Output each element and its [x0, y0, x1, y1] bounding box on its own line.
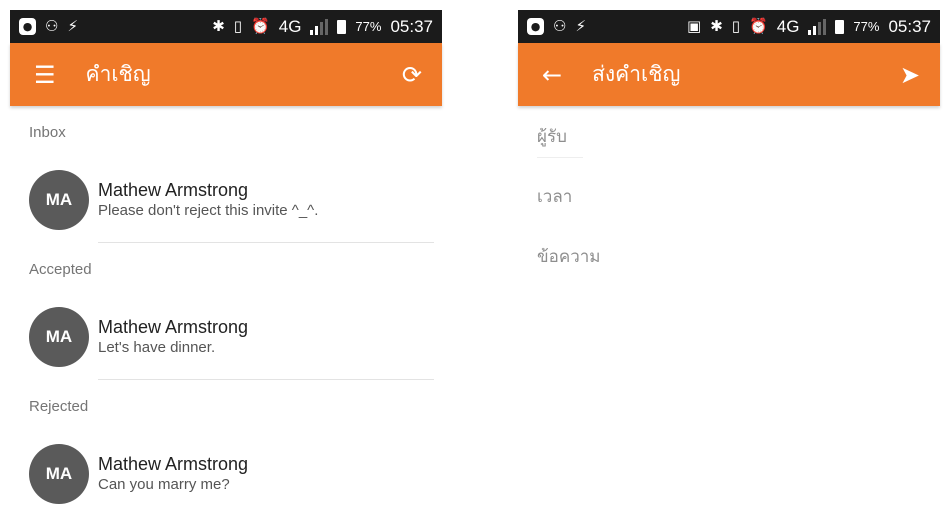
- flash-icon: ⚡: [67, 17, 78, 35]
- message-field[interactable]: ข้อความ: [518, 226, 940, 286]
- recipient-field[interactable]: ผู้รับ: [518, 106, 940, 166]
- battery-icon: [337, 19, 347, 34]
- avatar: MA: [29, 444, 89, 504]
- signal-icon: [310, 18, 329, 35]
- section-header: Rejected: [29, 397, 89, 415]
- invite-message: Please don't reject this invite ^_^.: [98, 202, 319, 219]
- alarm-icon: ⏰: [749, 17, 768, 35]
- field-label: ข้อความ: [537, 246, 601, 266]
- invite-message: Can you marry me?: [98, 476, 230, 493]
- network-type: 4G: [776, 16, 800, 36]
- sender-name: Mathew Armstrong: [98, 454, 249, 474]
- status-bar: ● ⚇ ⚡ ▣ ✱ ▯ ⏰ 4G 77% 05:37: [518, 10, 940, 43]
- avatar: MA: [29, 170, 89, 230]
- signal-icon: [808, 18, 827, 35]
- circle-app-icon: ●: [527, 18, 544, 35]
- battery-icon: [835, 19, 845, 34]
- field-label: เวลา: [537, 186, 573, 206]
- circle-app-icon: ●: [19, 18, 36, 35]
- section-accepted: Accepted MA Mathew Armstrong Let's have …: [10, 243, 442, 380]
- app-bar: ☰ คำเชิญ ⟳: [10, 43, 442, 106]
- alarm-icon: ⏰: [251, 17, 270, 35]
- vibrate-icon: ▯: [233, 17, 243, 35]
- battery-percent: 77%: [853, 19, 880, 34]
- list-item[interactable]: MA Mathew Armstrong Let's have dinner.: [10, 295, 442, 379]
- usb-debug-icon: ⚇: [45, 17, 59, 35]
- invitations-screen: ● ⚇ ⚡ ✱ ▯ ⏰ 4G 77% 05:37 ☰ คำเชิญ ⟳ Inbo…: [10, 10, 442, 515]
- list-item[interactable]: MA Mathew Armstrong Please don't reject …: [10, 158, 442, 242]
- time-field[interactable]: เวลา: [518, 166, 940, 226]
- sync-icon[interactable]: ⟳: [402, 63, 422, 87]
- bluetooth-icon: ✱: [710, 17, 723, 35]
- section-rejected: Rejected MA Mathew Armstrong Can you mar…: [10, 380, 442, 516]
- section-inbox: Inbox MA Mathew Armstrong Please don't r…: [10, 106, 442, 243]
- bluetooth-icon: ✱: [212, 17, 225, 35]
- list-item[interactable]: MA Mathew Armstrong Can you marry me?: [10, 432, 442, 516]
- app-bar: ← ส่งคำเชิญ ➤: [518, 43, 940, 106]
- invite-form: ผู้รับ เวลา ข้อความ: [518, 106, 940, 286]
- flash-icon: ⚡: [575, 17, 586, 35]
- section-header: Inbox: [29, 123, 66, 141]
- avatar: MA: [29, 307, 89, 367]
- status-bar: ● ⚇ ⚡ ✱ ▯ ⏰ 4G 77% 05:37: [10, 10, 442, 43]
- send-icon[interactable]: ➤: [900, 63, 920, 87]
- back-arrow-icon[interactable]: ←: [542, 63, 562, 87]
- field-underline: [537, 157, 583, 158]
- usb-debug-icon: ⚇: [553, 17, 567, 35]
- clock: 05:37: [888, 16, 931, 36]
- sender-name: Mathew Armstrong: [98, 317, 249, 337]
- hamburger-menu-icon[interactable]: ☰: [34, 63, 56, 87]
- clock: 05:37: [390, 16, 433, 36]
- vibrate-icon: ▯: [731, 17, 741, 35]
- network-type: 4G: [278, 16, 302, 36]
- field-label: ผู้รับ: [537, 126, 567, 146]
- send-invitation-screen: ● ⚇ ⚡ ▣ ✱ ▯ ⏰ 4G 77% 05:37 ← ส่งคำเชิญ ➤…: [518, 10, 940, 515]
- cast-icon: ▣: [687, 17, 702, 35]
- section-header: Accepted: [29, 260, 92, 278]
- page-title: ส่งคำเชิญ: [592, 63, 681, 86]
- invite-message: Let's have dinner.: [98, 339, 216, 356]
- battery-percent: 77%: [355, 19, 382, 34]
- page-title: คำเชิญ: [85, 63, 151, 86]
- sender-name: Mathew Armstrong: [98, 180, 249, 200]
